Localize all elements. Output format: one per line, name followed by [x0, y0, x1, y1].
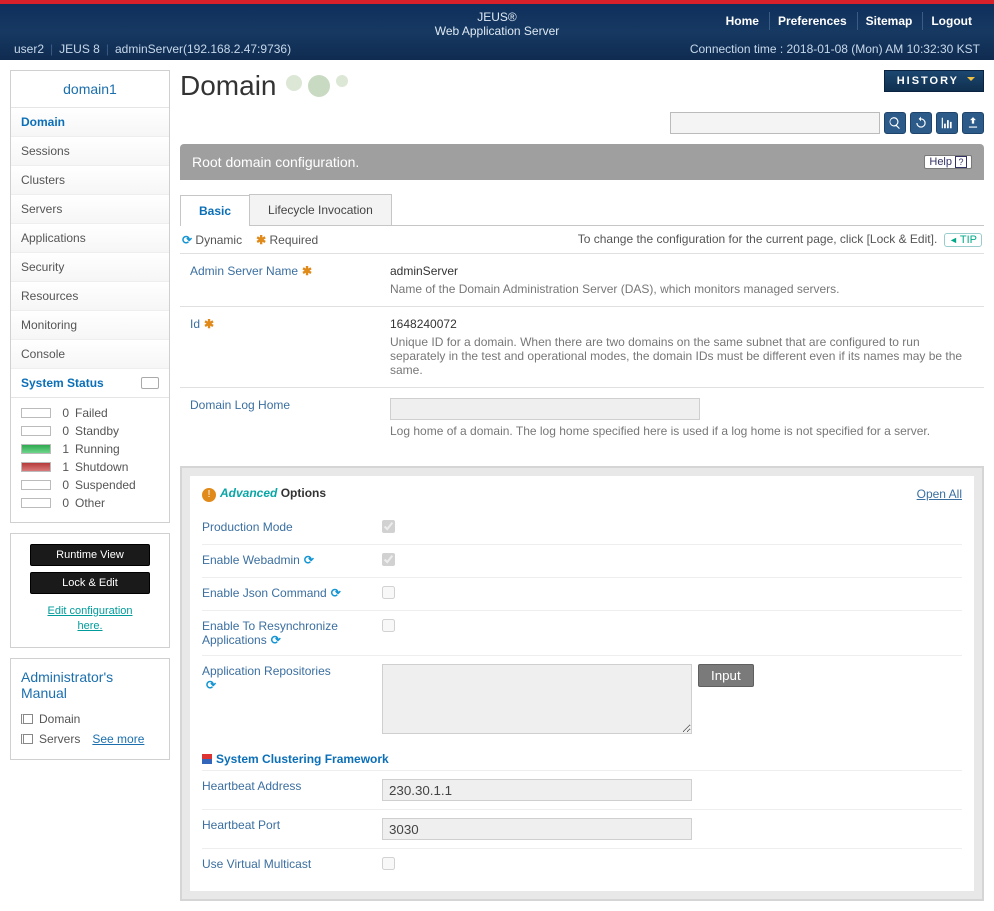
chart-icon[interactable]: [936, 112, 958, 134]
manual-servers[interactable]: Servers See more: [21, 729, 159, 749]
status-row-standby: 0Standby: [21, 422, 159, 440]
nav-preferences[interactable]: Preferences: [769, 12, 855, 30]
nav-resources[interactable]: Resources: [11, 282, 169, 311]
book-icon: [21, 714, 33, 724]
input-heartbeat-address[interactable]: [382, 779, 692, 801]
tab-lifecycle[interactable]: Lifecycle Invocation: [249, 194, 392, 225]
label-admin-server-name: Admin Server Name: [190, 264, 298, 278]
status-swatch: [21, 444, 51, 454]
nav-sessions[interactable]: Sessions: [11, 137, 169, 166]
input-heartbeat-port[interactable]: [382, 818, 692, 840]
input-button[interactable]: Input: [698, 664, 754, 687]
tab-basic[interactable]: Basic: [180, 195, 250, 226]
nav-servers[interactable]: Servers: [11, 195, 169, 224]
system-status-header: System Status: [21, 376, 104, 390]
label-id: Id: [190, 317, 200, 331]
clustering-header: System Clustering Framework: [202, 742, 962, 770]
system-status-icon[interactable]: [141, 377, 159, 389]
label-enable-webadmin: Enable Webadmin: [202, 553, 300, 567]
search-icon[interactable]: [884, 112, 906, 134]
refresh-icon[interactable]: [910, 112, 932, 134]
checkbox-enable-webadmin[interactable]: [382, 553, 395, 566]
label-domain-log-home: Domain Log Home: [190, 398, 290, 412]
status-swatch: [21, 480, 51, 490]
banner-text: Root domain configuration.: [192, 154, 359, 170]
checkbox-production-mode[interactable]: [382, 520, 395, 533]
status-swatch: [21, 426, 51, 436]
nav-console[interactable]: Console: [11, 340, 169, 369]
label-virtual-multicast: Use Virtual Multicast: [202, 857, 311, 871]
checkbox-virtual-multicast[interactable]: [382, 857, 395, 870]
logo: JEUS® Web Application Server: [435, 10, 560, 38]
legend-hint: To change the configuration for the curr…: [578, 232, 938, 246]
label-app-repos: Application Repositories: [202, 664, 331, 678]
manual-domain[interactable]: Domain: [21, 709, 159, 729]
decorative-bubbles: [286, 75, 348, 97]
nav-domain[interactable]: Domain: [11, 108, 169, 137]
nav-sitemap[interactable]: Sitemap: [857, 12, 921, 30]
nav-monitoring[interactable]: Monitoring: [11, 311, 169, 340]
nav-logout[interactable]: Logout: [922, 12, 980, 30]
nav-applications[interactable]: Applications: [11, 224, 169, 253]
value-id: 1648240072: [390, 317, 974, 331]
book-icon: [21, 734, 33, 744]
status-swatch: [21, 462, 51, 472]
open-all-link[interactable]: Open All: [917, 487, 962, 501]
export-icon[interactable]: [962, 112, 984, 134]
input-domain-log-home[interactable]: [390, 398, 700, 420]
connection-time: Connection time : 2018-01-08 (Mon) AM 10…: [690, 42, 980, 56]
lock-edit-button[interactable]: Lock & Edit: [30, 572, 150, 594]
desc-admin-server-name: Name of the Domain Administration Server…: [390, 282, 974, 296]
checkbox-enable-json[interactable]: [382, 586, 395, 599]
status-row-shutdown: 1Shutdown: [21, 458, 159, 476]
runtime-view-button[interactable]: Runtime View: [30, 544, 150, 566]
label-production-mode: Production Mode: [202, 520, 293, 534]
top-header: JEUS® Web Application Server Home Prefer…: [0, 4, 994, 60]
breadcrumb: user2|JEUS 8|adminServer(192.168.2.47:97…: [14, 42, 291, 56]
label-heartbeat-address: Heartbeat Address: [202, 779, 301, 793]
label-enable-resync: Enable To Resynchronize Applications: [202, 619, 338, 647]
status-row-failed: 0Failed: [21, 404, 159, 422]
flag-icon: [202, 754, 212, 764]
advanced-options-header: !Advanced Options: [202, 486, 326, 502]
help-button[interactable]: Help?: [924, 155, 972, 169]
status-row-suspended: 0Suspended: [21, 476, 159, 494]
tip-chip[interactable]: TIP: [944, 233, 982, 247]
value-admin-server-name: adminServer: [390, 264, 974, 278]
nav-home[interactable]: Home: [718, 12, 767, 30]
legend-dynamic: ⟳ Dynamic: [182, 233, 242, 247]
nav-clusters[interactable]: Clusters: [11, 166, 169, 195]
desc-domain-log-home: Log home of a domain. The log home speci…: [390, 424, 974, 438]
top-nav: Home Preferences Sitemap Logout: [718, 8, 980, 30]
status-swatch: [21, 408, 51, 418]
label-heartbeat-port: Heartbeat Port: [202, 818, 280, 832]
legend-required: ✱ Required: [256, 233, 318, 247]
checkbox-enable-resync[interactable]: [382, 619, 395, 632]
status-swatch: [21, 498, 51, 508]
desc-id: Unique ID for a domain. When there are t…: [390, 335, 974, 377]
see-more-link[interactable]: See more: [92, 732, 144, 746]
domain-title[interactable]: domain1: [11, 71, 169, 108]
label-enable-json: Enable Json Command: [202, 586, 327, 600]
search-input[interactable]: [670, 112, 880, 134]
manual-title: Administrator's Manual: [11, 659, 169, 705]
page-title: Domain: [180, 70, 348, 102]
history-button[interactable]: HISTORY: [884, 70, 984, 92]
textarea-app-repos[interactable]: [382, 664, 692, 734]
nav-security[interactable]: Security: [11, 253, 169, 282]
edit-config-link[interactable]: Edit configurationhere.: [21, 600, 159, 643]
status-row-other: 0Other: [21, 494, 159, 512]
status-row-running: 1Running: [21, 440, 159, 458]
